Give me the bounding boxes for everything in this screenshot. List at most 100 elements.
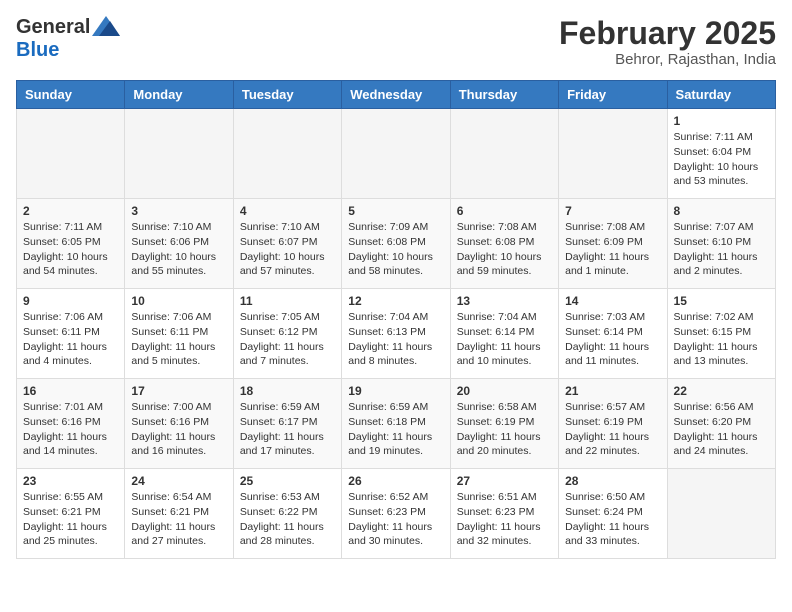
day-number: 8 bbox=[674, 204, 769, 218]
day-number: 27 bbox=[457, 474, 552, 488]
day-number: 17 bbox=[131, 384, 226, 398]
day-info: Sunrise: 7:06 AM Sunset: 6:11 PM Dayligh… bbox=[23, 310, 118, 369]
calendar-cell: 2Sunrise: 7:11 AM Sunset: 6:05 PM Daylig… bbox=[17, 199, 125, 289]
day-info: Sunrise: 6:51 AM Sunset: 6:23 PM Dayligh… bbox=[457, 490, 552, 549]
day-info: Sunrise: 7:04 AM Sunset: 6:14 PM Dayligh… bbox=[457, 310, 552, 369]
day-info: Sunrise: 7:11 AM Sunset: 6:04 PM Dayligh… bbox=[674, 130, 769, 189]
week-row-4: 16 Sunrise: 7:01 AM Sunset: 6:16 PM Dayli… bbox=[17, 379, 776, 469]
day-number: 3 bbox=[131, 204, 226, 218]
day-number: 10 bbox=[131, 294, 226, 308]
day-info: Sunrise: 7:10 AM Sunset: 6:06 PM Dayligh… bbox=[131, 220, 226, 279]
day-number: 13 bbox=[457, 294, 552, 308]
weekday-header-friday: Friday bbox=[559, 81, 667, 109]
calendar-cell: 26 Sunrise: 6:52 AM Sunset: 6:23 PM Dayli… bbox=[342, 469, 450, 559]
day-info: Sunrise: 6:55 AM Sunset: 6:21 PM Dayligh… bbox=[23, 490, 118, 549]
day-info: Sunrise: 6:57 AM Sunset: 6:19 PM Dayligh… bbox=[565, 400, 660, 459]
calendar-cell: 12 Sunrise: 7:04 AM Sunset: 6:13 PM Dayli… bbox=[342, 289, 450, 379]
calendar-cell bbox=[342, 109, 450, 199]
logo: General Blue bbox=[16, 16, 120, 62]
weekday-header-tuesday: Tuesday bbox=[233, 81, 341, 109]
day-number: 21 bbox=[565, 384, 660, 398]
day-info: Sunrise: 7:04 AM Sunset: 6:13 PM Dayligh… bbox=[348, 310, 443, 369]
day-info: Sunrise: 6:59 AM Sunset: 6:18 PM Dayligh… bbox=[348, 400, 443, 459]
logo-blue-text: Blue bbox=[16, 39, 59, 62]
calendar-cell bbox=[233, 109, 341, 199]
calendar-cell: 9 Sunrise: 7:06 AM Sunset: 6:11 PM Daylig… bbox=[17, 289, 125, 379]
calendar-cell: 17Sunrise: 7:00 AM Sunset: 6:16 PM Dayli… bbox=[125, 379, 233, 469]
day-info: Sunrise: 6:50 AM Sunset: 6:24 PM Dayligh… bbox=[565, 490, 660, 549]
day-info: Sunrise: 7:11 AM Sunset: 6:05 PM Dayligh… bbox=[23, 220, 118, 279]
calendar-cell: 6 Sunrise: 7:08 AM Sunset: 6:08 PM Daylig… bbox=[450, 199, 558, 289]
calendar-cell: 8 Sunrise: 7:07 AM Sunset: 6:10 PM Daylig… bbox=[667, 199, 775, 289]
calendar-cell: 20 Sunrise: 6:58 AM Sunset: 6:19 PM Dayli… bbox=[450, 379, 558, 469]
day-number: 12 bbox=[348, 294, 443, 308]
calendar-cell: 18 Sunrise: 6:59 AM Sunset: 6:17 PM Dayli… bbox=[233, 379, 341, 469]
day-info: Sunrise: 6:56 AM Sunset: 6:20 PM Dayligh… bbox=[674, 400, 769, 459]
day-number: 6 bbox=[457, 204, 552, 218]
calendar-cell: 14 Sunrise: 7:03 AM Sunset: 6:14 PM Dayli… bbox=[559, 289, 667, 379]
day-number: 5 bbox=[348, 204, 443, 218]
calendar-cell: 10 Sunrise: 7:06 AM Sunset: 6:11 PM Dayli… bbox=[125, 289, 233, 379]
calendar-cell bbox=[667, 469, 775, 559]
day-info: Sunrise: 7:08 AM Sunset: 6:08 PM Dayligh… bbox=[457, 220, 552, 279]
calendar-cell: 21 Sunrise: 6:57 AM Sunset: 6:19 PM Dayli… bbox=[559, 379, 667, 469]
day-info: Sunrise: 7:07 AM Sunset: 6:10 PM Dayligh… bbox=[674, 220, 769, 279]
logo-general-text: General bbox=[16, 16, 90, 39]
week-row-3: 9 Sunrise: 7:06 AM Sunset: 6:11 PM Daylig… bbox=[17, 289, 776, 379]
calendar-cell: 7Sunrise: 7:08 AM Sunset: 6:09 PM Daylig… bbox=[559, 199, 667, 289]
day-number: 1 bbox=[674, 114, 769, 128]
day-info: Sunrise: 7:01 AM Sunset: 6:16 PM Dayligh… bbox=[23, 400, 118, 459]
day-number: 4 bbox=[240, 204, 335, 218]
day-info: Sunrise: 6:58 AM Sunset: 6:19 PM Dayligh… bbox=[457, 400, 552, 459]
day-info: Sunrise: 7:06 AM Sunset: 6:11 PM Dayligh… bbox=[131, 310, 226, 369]
day-number: 18 bbox=[240, 384, 335, 398]
day-number: 28 bbox=[565, 474, 660, 488]
day-info: Sunrise: 7:03 AM Sunset: 6:14 PM Dayligh… bbox=[565, 310, 660, 369]
calendar-cell: 19 Sunrise: 6:59 AM Sunset: 6:18 PM Dayli… bbox=[342, 379, 450, 469]
calendar-cell: 3 Sunrise: 7:10 AM Sunset: 6:06 PM Daylig… bbox=[125, 199, 233, 289]
calendar-cell bbox=[559, 109, 667, 199]
week-row-2: 2Sunrise: 7:11 AM Sunset: 6:05 PM Daylig… bbox=[17, 199, 776, 289]
weekday-header-thursday: Thursday bbox=[450, 81, 558, 109]
calendar-cell: 28 Sunrise: 6:50 AM Sunset: 6:24 PM Dayli… bbox=[559, 469, 667, 559]
calendar-cell: 5Sunrise: 7:09 AM Sunset: 6:08 PM Daylig… bbox=[342, 199, 450, 289]
calendar-cell: 15 Sunrise: 7:02 AM Sunset: 6:15 PM Dayli… bbox=[667, 289, 775, 379]
day-info: Sunrise: 6:53 AM Sunset: 6:22 PM Dayligh… bbox=[240, 490, 335, 549]
location-subtitle: Behror, Rajasthan, India bbox=[559, 51, 776, 68]
calendar-cell bbox=[125, 109, 233, 199]
week-row-5: 23 Sunrise: 6:55 AM Sunset: 6:21 PM Dayli… bbox=[17, 469, 776, 559]
day-info: Sunrise: 7:02 AM Sunset: 6:15 PM Dayligh… bbox=[674, 310, 769, 369]
day-info: Sunrise: 6:52 AM Sunset: 6:23 PM Dayligh… bbox=[348, 490, 443, 549]
calendar-cell bbox=[450, 109, 558, 199]
calendar-cell: 1 Sunrise: 7:11 AM Sunset: 6:04 PM Daylig… bbox=[667, 109, 775, 199]
weekday-header-row: SundayMondayTuesdayWednesdayThursdayFrid… bbox=[17, 81, 776, 109]
day-number: 22 bbox=[674, 384, 769, 398]
day-number: 16 bbox=[23, 384, 118, 398]
day-number: 20 bbox=[457, 384, 552, 398]
calendar-cell: 24 Sunrise: 6:54 AM Sunset: 6:21 PM Dayli… bbox=[125, 469, 233, 559]
day-number: 14 bbox=[565, 294, 660, 308]
calendar-cell: 27 Sunrise: 6:51 AM Sunset: 6:23 PM Dayli… bbox=[450, 469, 558, 559]
weekday-header-sunday: Sunday bbox=[17, 81, 125, 109]
day-number: 9 bbox=[23, 294, 118, 308]
calendar-cell: 4Sunrise: 7:10 AM Sunset: 6:07 PM Daylig… bbox=[233, 199, 341, 289]
calendar-cell: 13 Sunrise: 7:04 AM Sunset: 6:14 PM Dayli… bbox=[450, 289, 558, 379]
day-info: Sunrise: 6:59 AM Sunset: 6:17 PM Dayligh… bbox=[240, 400, 335, 459]
day-number: 25 bbox=[240, 474, 335, 488]
calendar-cell: 22 Sunrise: 6:56 AM Sunset: 6:20 PM Dayli… bbox=[667, 379, 775, 469]
calendar-cell: 25 Sunrise: 6:53 AM Sunset: 6:22 PM Dayli… bbox=[233, 469, 341, 559]
page-header: General Blue February 2025 Behror, Rajas… bbox=[16, 16, 776, 68]
day-number: 26 bbox=[348, 474, 443, 488]
weekday-header-saturday: Saturday bbox=[667, 81, 775, 109]
day-number: 23 bbox=[23, 474, 118, 488]
day-number: 15 bbox=[674, 294, 769, 308]
day-number: 19 bbox=[348, 384, 443, 398]
weekday-header-monday: Monday bbox=[125, 81, 233, 109]
day-number: 11 bbox=[240, 294, 335, 308]
calendar-cell: 23 Sunrise: 6:55 AM Sunset: 6:21 PM Dayli… bbox=[17, 469, 125, 559]
month-year-title: February 2025 bbox=[559, 16, 776, 51]
weekday-header-wednesday: Wednesday bbox=[342, 81, 450, 109]
logo-icon bbox=[92, 16, 120, 36]
day-info: Sunrise: 6:54 AM Sunset: 6:21 PM Dayligh… bbox=[131, 490, 226, 549]
day-number: 24 bbox=[131, 474, 226, 488]
